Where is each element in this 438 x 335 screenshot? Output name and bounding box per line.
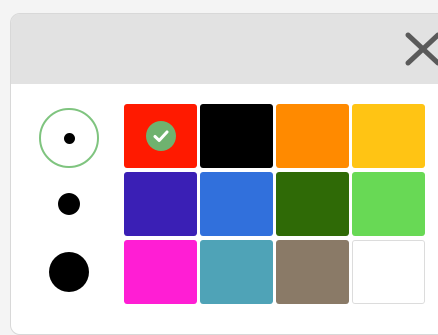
brush-size-large[interactable] [37, 240, 101, 304]
color-swatch[interactable] [124, 240, 197, 304]
color-swatch[interactable] [352, 240, 425, 304]
color-swatch[interactable] [200, 240, 273, 304]
check-icon [153, 130, 168, 142]
color-swatch[interactable] [352, 172, 425, 236]
color-swatch[interactable] [276, 240, 349, 304]
close-button[interactable] [403, 32, 438, 66]
brush-size-medium[interactable] [37, 172, 101, 236]
selected-badge [145, 121, 176, 151]
close-icon [405, 32, 438, 66]
color-swatch[interactable] [276, 172, 349, 236]
color-swatch[interactable] [200, 172, 273, 236]
medium-dot-icon [58, 193, 80, 215]
color-swatch[interactable] [124, 172, 197, 236]
color-swatch[interactable] [200, 104, 273, 168]
large-dot-icon [49, 252, 89, 292]
color-swatch[interactable] [352, 104, 425, 168]
brush-size-small[interactable] [39, 108, 99, 168]
small-dot-icon [63, 132, 75, 144]
color-picker-panel [10, 13, 438, 335]
color-swatch[interactable] [276, 104, 349, 168]
color-swatch-grid [124, 104, 426, 306]
panel-header [11, 14, 438, 84]
color-swatch[interactable] [124, 104, 197, 168]
